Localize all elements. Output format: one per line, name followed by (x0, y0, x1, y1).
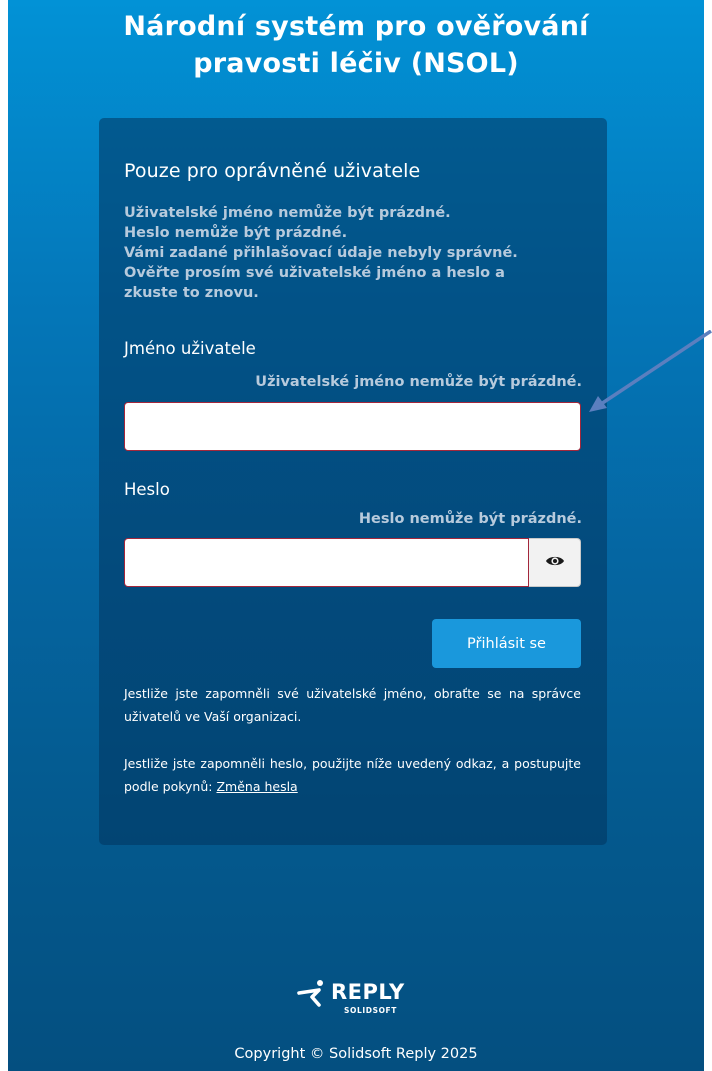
error-summary-line: Ověřte prosím své uživatelské jméno a he… (124, 265, 505, 281)
username-label: Jméno uživatele (124, 339, 256, 358)
logo-subtitle: SOLIDSOFT (344, 1006, 397, 1015)
password-input[interactable] (124, 538, 529, 587)
annotation-arrow (589, 330, 712, 412)
login-button[interactable]: Přihlásit se (432, 619, 581, 668)
page-title-line-2: pravosti léčiv (NSOL) (193, 48, 519, 79)
username-input[interactable] (124, 402, 581, 451)
login-card: Pouze pro oprávněné uživatele Uživatelsk… (99, 118, 607, 845)
eye-icon (545, 553, 565, 572)
password-error: Heslo nemůže být prázdné. (358, 511, 582, 527)
error-summary-line: Heslo nemůže být prázdné. (124, 225, 348, 241)
username-error: Uživatelské jméno nemůže být prázdné. (255, 374, 582, 390)
help-username-text: Jestliže jste zapomněli své uživatelské … (124, 686, 581, 724)
error-summary-line: Uživatelské jméno nemůže být prázdné. (124, 205, 451, 221)
logo-wordmark: REPLY (331, 980, 405, 1004)
show-password-button[interactable] (529, 538, 581, 587)
password-label: Heslo (124, 480, 170, 499)
error-summary-line: Vámi zadané přihlašovací údaje nebyly sp… (124, 245, 518, 261)
help-password-prefix: Jestliže jste zapomněli heslo, použijte … (124, 756, 581, 794)
error-summary-line: zkuste to znovu. (124, 285, 259, 301)
login-subtitle: Pouze pro oprávněné uživatele (124, 160, 421, 182)
page-title-line-1: Národní systém pro ověřování (123, 11, 589, 42)
copyright-text: Copyright © Solidsoft Reply 2025 (234, 1046, 478, 1062)
error-summary: Uživatelské jméno nemůže být prázdné. He… (124, 203, 554, 303)
page-title: Národní systém pro ověřování pravosti lé… (8, 8, 704, 82)
help-password-text: Jestliže jste zapomněli heslo, použijte … (124, 752, 581, 798)
reply-logo: REPLY SOLIDSOFT (297, 977, 427, 1019)
change-password-link[interactable]: Změna hesla (216, 779, 297, 794)
